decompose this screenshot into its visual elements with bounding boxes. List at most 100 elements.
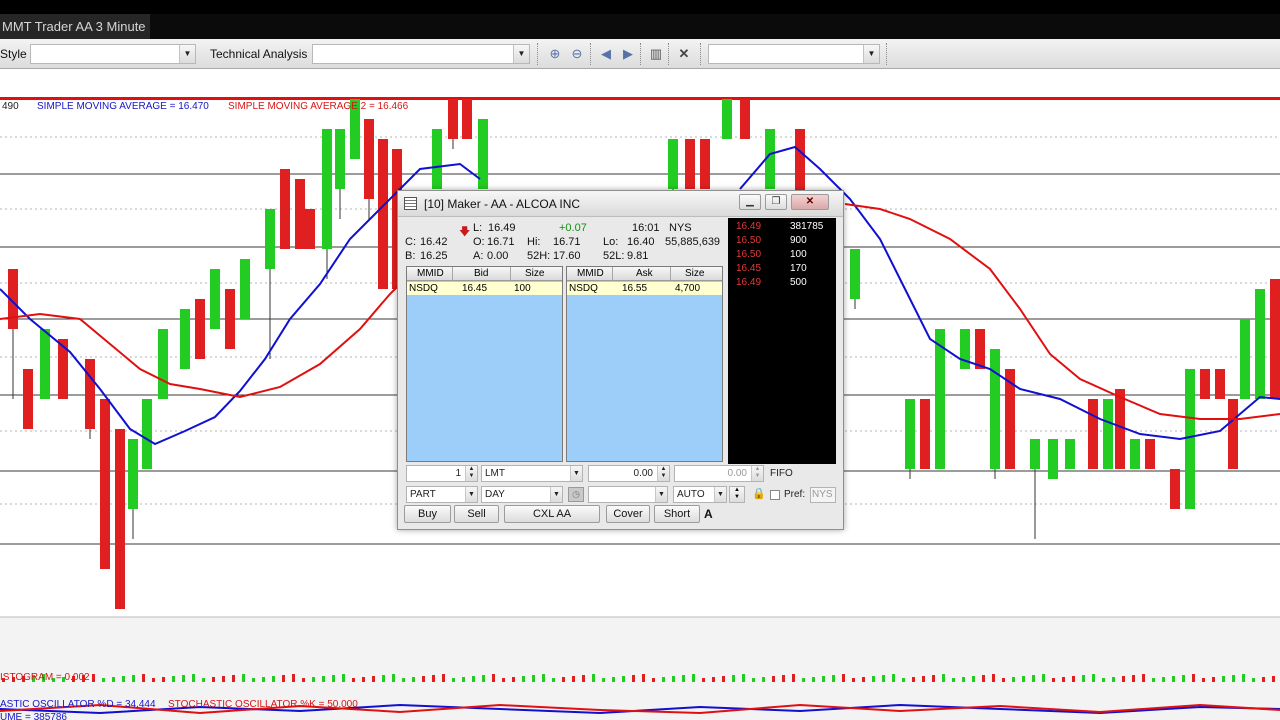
level2-title-bar[interactable]: [10] Maker - AA - ALCOA INC ▁ ❐ ✕: [398, 191, 843, 217]
bull-candle: [905, 399, 915, 469]
clock-icon[interactable]: ◷: [568, 487, 584, 502]
bull-candle: [1130, 439, 1140, 469]
sell-button[interactable]: Sell: [454, 505, 499, 523]
spinner-icon[interactable]: ▲ ▼: [657, 466, 669, 481]
spinner-icon[interactable]: ▲ ▼: [751, 466, 763, 481]
histogram-bar: [422, 676, 425, 682]
histogram-bar: [292, 674, 295, 682]
bid-book[interactable]: MMID Bid Size NSDQ 16.45 100: [406, 266, 563, 462]
ask-book-header: MMID Ask Size: [567, 267, 722, 281]
histogram-bar: [932, 675, 935, 682]
histogram-bar: [902, 678, 905, 682]
spinner-icon[interactable]: ▲ ▼: [729, 486, 745, 503]
window-title-strip: [150, 14, 1280, 39]
fill-type-select[interactable]: PART ▼: [406, 486, 478, 503]
pref-input[interactable]: NYS: [810, 487, 836, 503]
pref-checkbox[interactable]: [770, 490, 780, 500]
cancel-orders-button[interactable]: CXL AA: [504, 505, 600, 523]
histogram-bar: [452, 678, 455, 682]
close-icon[interactable]: ✕: [674, 44, 694, 64]
bull-candle: [265, 209, 275, 269]
route-mode-select[interactable]: AUTO ▼: [673, 486, 727, 503]
trade-price: 16.49: [736, 221, 762, 232]
close-price: 16.42: [420, 236, 448, 248]
bull-candle: [210, 269, 220, 329]
bid-col-size[interactable]: Size: [525, 267, 544, 281]
route-select[interactable]: ▼: [588, 486, 668, 503]
low52-price: 9.81: [627, 250, 649, 262]
spinner-icon[interactable]: ▲ ▼: [465, 466, 477, 481]
histogram-bar: [472, 676, 475, 682]
histogram-bar: [362, 677, 365, 682]
histogram-bar: [252, 678, 255, 682]
list-item: 16.45 170: [728, 262, 836, 276]
chevron-down-icon[interactable]: ▼: [863, 45, 879, 63]
chart-bars-icon[interactable]: ▥: [646, 44, 666, 64]
minimize-icon[interactable]: ▁: [739, 194, 761, 210]
histogram-bar: [1112, 677, 1115, 682]
arrow-left-icon[interactable]: ◀: [596, 44, 616, 64]
close-label: C:: [405, 236, 416, 248]
level2-window[interactable]: [10] Maker - AA - ALCOA INC ▁ ❐ ✕ 🡇 L: 1…: [397, 190, 844, 530]
histogram-bar: [652, 678, 655, 682]
limit-price-stepper[interactable]: 0.00 ▲ ▼: [588, 465, 670, 482]
histogram-bar: [892, 674, 895, 682]
zoom-in-icon[interactable]: ⊕: [545, 44, 565, 64]
bear-candle: [1200, 369, 1210, 399]
ask-book[interactable]: MMID Ask Size NSDQ 16.55 4,700: [566, 266, 723, 462]
buy-button[interactable]: Buy: [404, 505, 451, 523]
ask-col-mmid[interactable]: MMID: [577, 267, 604, 281]
quantity-stepper[interactable]: 1 ▲ ▼: [406, 465, 478, 482]
bull-candle: [668, 139, 678, 189]
bid-col-price[interactable]: Bid: [474, 267, 488, 281]
bear-candle: [364, 119, 374, 199]
chevron-down-icon[interactable]: ▼: [570, 466, 582, 481]
symbol-dropdown[interactable]: ▼: [708, 44, 880, 64]
chevron-down-icon[interactable]: ▼: [513, 45, 529, 63]
chevron-down-icon[interactable]: ▼: [465, 487, 477, 502]
bull-candle: [158, 329, 168, 399]
cover-button[interactable]: Cover: [606, 505, 650, 523]
histogram-bar: [132, 675, 135, 682]
time-in-force-select[interactable]: DAY ▼: [481, 486, 563, 503]
restore-icon[interactable]: ❐: [765, 194, 787, 210]
bull-candle: [40, 329, 50, 399]
style-dropdown[interactable]: ▼: [30, 44, 196, 64]
histogram-bar: [672, 676, 675, 682]
bear-candle: [975, 329, 985, 369]
order-type-select[interactable]: LMT ▼: [481, 465, 583, 482]
bear-candle: [1145, 439, 1155, 469]
table-row[interactable]: NSDQ 16.55 4,700: [567, 282, 722, 295]
histogram-bar: [152, 678, 155, 682]
ask-col-price[interactable]: Ask: [636, 267, 653, 281]
net-change: +0.07: [559, 222, 587, 234]
bid-col-mmid[interactable]: MMID: [417, 267, 444, 281]
chevron-down-icon[interactable]: ▼: [550, 487, 562, 502]
stochastic-k-label: STOCHASTIC OSCILLATOR %K = 50.000: [168, 699, 358, 710]
ask-col-size[interactable]: Size: [685, 267, 704, 281]
technical-analysis-dropdown[interactable]: ▼: [312, 44, 530, 64]
short-button[interactable]: Short: [654, 505, 700, 523]
lock-icon[interactable]: 🔒: [752, 487, 766, 500]
high-label: Hi:: [527, 236, 541, 248]
open-label: O:: [473, 236, 485, 248]
histogram-bar: [232, 675, 235, 682]
time-and-sales[interactable]: 16.49 381785 16.50 900 16.50 100 16.45 170 1…: [728, 218, 836, 464]
histogram-bar: [112, 677, 115, 682]
chevron-down-icon[interactable]: ▼: [655, 487, 667, 502]
sma1-legend: SIMPLE MOVING AVERAGE = 16.470: [37, 101, 209, 112]
histogram-bar: [1072, 676, 1075, 682]
stop-price-stepper[interactable]: 0.00 ▲ ▼: [674, 465, 764, 482]
histogram-bar: [562, 677, 565, 682]
close-icon[interactable]: ✕: [791, 194, 829, 210]
zoom-out-icon[interactable]: ⊖: [567, 44, 587, 64]
chevron-down-icon[interactable]: ▼: [714, 487, 726, 502]
arrow-right-icon[interactable]: ▶: [618, 44, 638, 64]
histogram-bar: [1042, 674, 1045, 682]
chevron-down-icon[interactable]: ▼: [179, 45, 195, 63]
bear-candle: [795, 129, 805, 199]
histogram-bar: [1052, 678, 1055, 682]
histogram-bar: [962, 677, 965, 682]
table-row[interactable]: NSDQ 16.45 100: [407, 282, 562, 295]
bull-candle: [1255, 289, 1265, 399]
